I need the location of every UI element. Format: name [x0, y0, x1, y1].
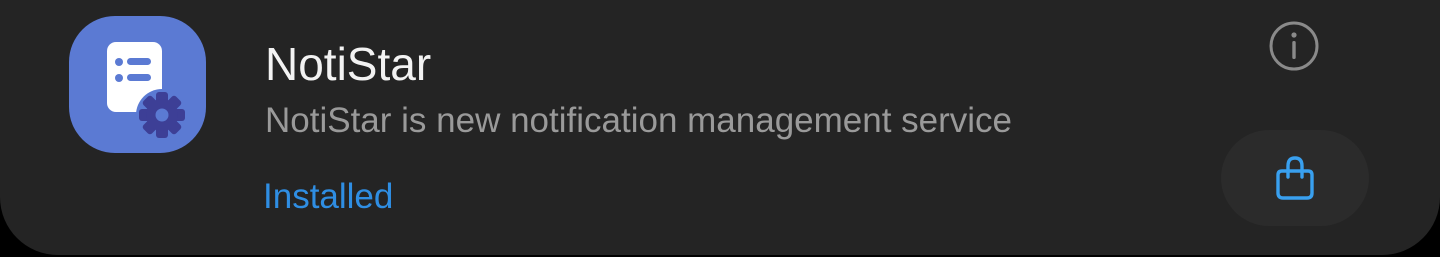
app-description: NotiStar is new notification management … [265, 101, 1013, 140]
app-name: NotiStar [265, 38, 432, 90]
notification-settings-icon [107, 42, 188, 141]
notistar-app-icon[interactable] [69, 16, 206, 153]
app-info-button[interactable] [1266, 18, 1322, 74]
open-app-button[interactable] [1221, 130, 1369, 226]
shopping-bag-icon [1276, 156, 1314, 200]
install-status: Installed [263, 177, 394, 216]
info-icon [1269, 21, 1319, 71]
